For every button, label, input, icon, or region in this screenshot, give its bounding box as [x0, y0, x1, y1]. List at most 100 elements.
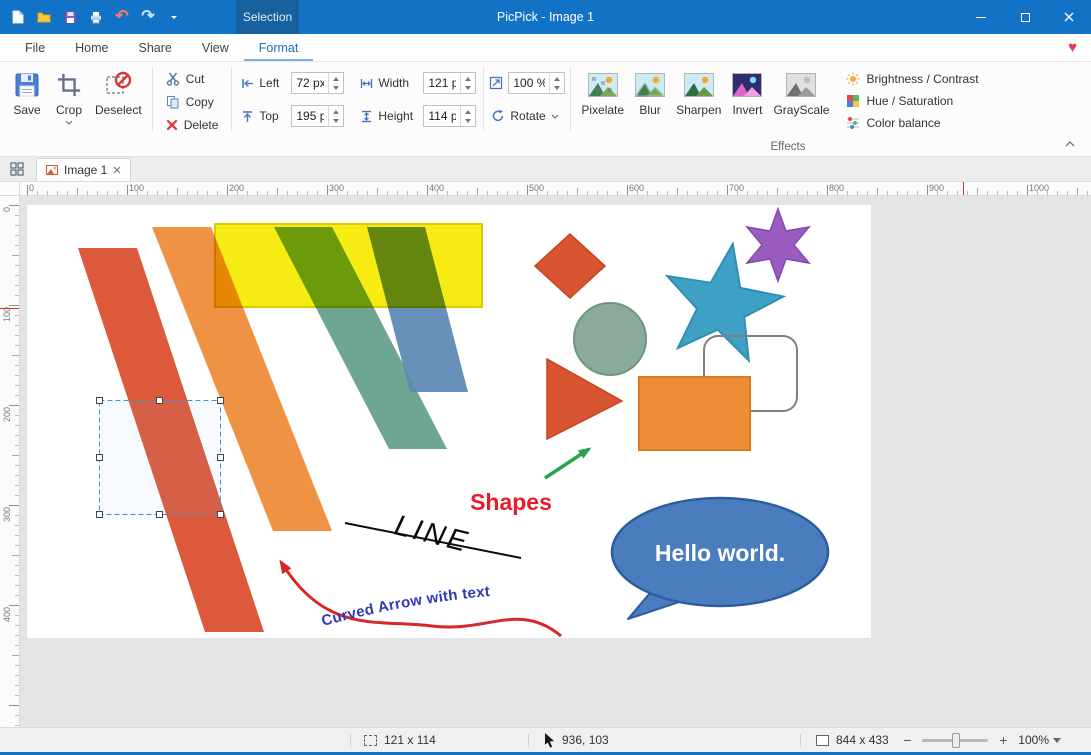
print-icon [89, 11, 103, 24]
selection-size-status: 121 x 114 [364, 728, 436, 752]
top-stepper [328, 106, 343, 126]
chevron-down-icon [65, 120, 73, 125]
stepper-down-button[interactable] [461, 116, 475, 126]
document-tab-image1[interactable]: Image 1 [36, 158, 131, 181]
selection-marquee[interactable] [97, 398, 224, 518]
image-canvas[interactable]: Shapes LINE Curved Arrow with text Hello… [27, 205, 871, 638]
close-icon [1064, 12, 1074, 22]
copy-button[interactable]: Copy [158, 91, 227, 113]
delete-button[interactable]: Delete [158, 114, 227, 136]
stepper-down-button[interactable] [461, 83, 475, 93]
stepper-down-button[interactable] [550, 83, 564, 93]
h-ruler: 01002003004005006007008009001000 [20, 182, 1091, 196]
tab-close-icon[interactable] [113, 166, 121, 174]
save-button[interactable]: Save [6, 65, 48, 117]
width-field [423, 72, 476, 94]
grayscale-button[interactable]: GrayScale [768, 65, 834, 117]
tab-view[interactable]: View [187, 34, 244, 61]
color-balance-button[interactable]: Color balance [840, 113, 984, 133]
left-input[interactable] [292, 73, 328, 93]
selection-handle[interactable] [97, 455, 103, 461]
width-icon [360, 77, 373, 90]
selection-handle[interactable] [218, 398, 224, 404]
cut-label: Cut [186, 72, 205, 86]
zoom-in-button[interactable]: + [995, 732, 1011, 748]
tab-format[interactable]: Format [244, 34, 314, 61]
ribbon-separator [570, 67, 571, 131]
invert-label: Invert [732, 103, 762, 117]
stepper-down-button[interactable] [329, 83, 343, 93]
stepper-up-button[interactable] [461, 73, 475, 83]
pixelate-button[interactable]: Pixelate [576, 65, 629, 117]
stepper-up-button[interactable] [550, 73, 564, 83]
blur-button[interactable]: Blur [629, 65, 671, 117]
stepper-up-button[interactable] [329, 73, 343, 83]
chevron-down-icon [465, 86, 471, 93]
status-separator [800, 734, 801, 747]
stepper-down-button[interactable] [329, 116, 343, 126]
new-file-button[interactable] [6, 4, 30, 30]
crop-label: Crop [56, 103, 82, 117]
chevron-down-icon [1053, 738, 1061, 747]
chevron-up-icon [465, 107, 471, 114]
cursor-position-status: 936, 103 [544, 728, 609, 752]
cursor-icon [544, 733, 555, 748]
zoom-level[interactable]: 100% [1018, 733, 1061, 747]
zoom-out-button[interactable]: − [899, 732, 915, 748]
save-file-button[interactable] [58, 4, 82, 30]
chevron-down-icon [171, 16, 177, 22]
redo-button[interactable]: ↷ [136, 4, 160, 30]
zoom-slider[interactable] [922, 739, 988, 742]
document-tab-label: Image 1 [64, 163, 107, 177]
image-size-value: 844 x 433 [836, 733, 889, 747]
invert-button[interactable]: Invert [726, 65, 768, 117]
scale-input[interactable] [509, 73, 549, 93]
sharpen-button[interactable]: Sharpen [671, 65, 726, 117]
collapse-ribbon-button[interactable] [1061, 136, 1079, 152]
maximize-button[interactable] [1003, 0, 1047, 34]
hue-saturation-button[interactable]: Hue / Saturation [840, 91, 984, 111]
document-tab-bar: Image 1 [0, 157, 1091, 182]
height-input[interactable] [424, 106, 460, 126]
rotate-button[interactable]: Rotate [489, 105, 565, 127]
selection-handle[interactable] [97, 398, 103, 404]
window-list-button[interactable] [4, 158, 30, 180]
height-field-label: Height [378, 109, 418, 123]
selection-rect[interactable] [100, 401, 221, 515]
rotate-label: Rotate [510, 109, 545, 123]
qat-customize-button[interactable] [162, 4, 186, 30]
save-selection-icon [13, 70, 41, 100]
tab-file[interactable]: File [10, 34, 60, 61]
close-button[interactable] [1047, 0, 1091, 34]
selection-handle[interactable] [218, 455, 224, 461]
zoom-slider-thumb[interactable] [952, 733, 960, 748]
selection-handle[interactable] [157, 398, 163, 404]
brightness-contrast-button[interactable]: Brightness / Contrast [840, 69, 984, 89]
print-button[interactable] [84, 4, 108, 30]
selection-handle[interactable] [97, 512, 103, 518]
open-button[interactable] [32, 4, 56, 30]
undo-button[interactable]: ↶ [110, 4, 134, 30]
selection-handle[interactable] [157, 512, 163, 518]
minimize-button[interactable] [959, 0, 1003, 34]
tab-home[interactable]: Home [60, 34, 123, 61]
rotate-icon [491, 109, 505, 123]
stepper-up-button[interactable] [461, 106, 475, 116]
canvas-image[interactable]: Shapes LINE Curved Arrow with text Hello… [27, 205, 871, 638]
selection-handle[interactable] [218, 512, 224, 518]
width-input[interactable] [424, 73, 460, 93]
save-label: Save [13, 103, 40, 117]
cut-button[interactable]: Cut [158, 68, 227, 90]
yellow-rectangle [215, 224, 482, 307]
top-input[interactable] [292, 106, 328, 126]
stepper-up-button[interactable] [329, 106, 343, 116]
chevron-down-icon [333, 86, 339, 93]
crop-button[interactable]: Crop [48, 65, 90, 125]
selection-context-tab[interactable]: Selection [236, 0, 299, 34]
deselect-button[interactable]: Deselect [90, 65, 147, 117]
top-field [291, 105, 344, 127]
h-ruler-cursor-marker [963, 182, 964, 195]
brightness-icon [846, 72, 860, 86]
tab-share[interactable]: Share [124, 34, 187, 61]
heart-icon[interactable]: ♥ [1068, 40, 1077, 55]
